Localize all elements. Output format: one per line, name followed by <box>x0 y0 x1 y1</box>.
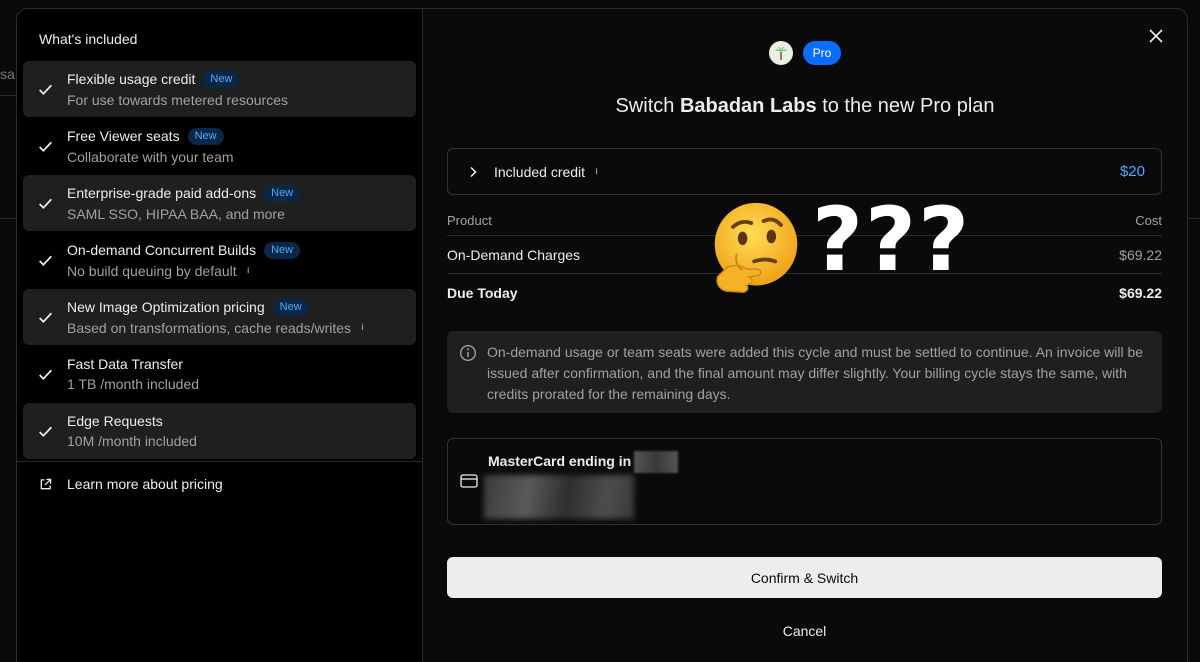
billing-notice: On-demand usage or team seats were added… <box>447 331 1162 413</box>
team-avatar <box>768 41 793 65</box>
redacted-card-digits <box>634 451 678 473</box>
feature-title: Edge Requests <box>67 413 163 429</box>
switch-plan-modal: What's included Flexible usage credit New… <box>16 8 1188 662</box>
feature-item: On-demand Concurrent Builds New No build … <box>23 232 416 288</box>
info-icon[interactable]: i <box>243 265 254 276</box>
background-divider <box>0 218 16 219</box>
feature-title: On-demand Concurrent Builds <box>67 242 257 258</box>
included-title: What's included <box>39 31 138 47</box>
learn-more-label: Learn more about pricing <box>67 476 223 492</box>
included-features-panel: What's included Flexible usage credit New… <box>17 9 423 662</box>
confused-overlay: ??? <box>694 190 974 296</box>
feature-description: No build queuing by default <box>67 262 237 279</box>
modal-title: Switch Babadan Labs to the new Pro plan <box>423 95 1187 118</box>
background-partial-text: sa <box>0 66 15 82</box>
product-cost: $69.22 <box>1119 246 1162 263</box>
total-amount: $69.22 <box>1119 285 1162 301</box>
title-prefix: Switch <box>615 95 680 117</box>
feature-description: SAML SSO, HIPAA BAA, and more <box>67 205 285 222</box>
feature-description: 1 TB /month included <box>67 376 200 392</box>
payment-method-card[interactable]: MasterCard ending in <box>447 438 1162 525</box>
feature-item: Edge Requests 10M /month included <box>23 403 416 459</box>
check-icon <box>23 195 67 212</box>
feature-item: Fast Data Transfer 1 TB /month included <box>23 346 416 402</box>
total-label: Due Today <box>447 285 518 301</box>
feature-title: Enterprise-grade paid add-ons <box>67 185 257 201</box>
credit-card-icon <box>460 474 478 488</box>
check-icon <box>23 309 67 326</box>
feature-title: Fast Data Transfer <box>67 356 183 372</box>
brand-row: Pro <box>423 41 1187 65</box>
redacted-card-details <box>484 475 634 519</box>
cancel-button[interactable]: Cancel <box>447 617 1162 645</box>
column-header-cost: Cost <box>1135 212 1162 228</box>
feature-description: Based on transformations, cache reads/wr… <box>67 319 352 336</box>
team-name: Babadan Labs <box>679 95 817 117</box>
billing-notice-text: On-demand usage or team seats were added… <box>487 344 1144 402</box>
included-credit-accordion[interactable]: Included credit i $20 <box>447 148 1162 195</box>
thinking-face-emoji-icon <box>714 202 798 293</box>
external-link-icon <box>23 478 67 491</box>
question-marks-text: ??? <box>812 188 972 291</box>
feature-item: New Image Optimization pricing New Based … <box>23 289 416 345</box>
feature-item: Enterprise-grade paid add-ons New SAML SS… <box>23 175 416 231</box>
feature-description: For use towards metered resources <box>67 91 288 108</box>
info-icon[interactable]: i <box>357 322 368 333</box>
info-circle-icon <box>459 344 477 362</box>
check-icon <box>23 252 67 269</box>
new-badge: New <box>187 127 224 145</box>
feature-item: Flexible usage credit New For use towards… <box>23 61 416 117</box>
feature-item: Free Viewer seats New Collaborate with yo… <box>23 118 416 174</box>
check-icon <box>23 366 67 383</box>
palm-tree-icon <box>774 47 787 60</box>
feature-title: New Image Optimization pricing <box>67 299 265 315</box>
included-credit-label: Included credit <box>494 163 586 180</box>
included-credit-amount: $20 <box>1119 163 1145 180</box>
new-badge: New <box>264 241 301 259</box>
check-icon <box>23 423 67 440</box>
new-badge: New <box>264 184 301 202</box>
card-label: MasterCard ending in <box>488 453 632 469</box>
chevron-right-icon <box>470 166 477 177</box>
info-icon[interactable]: i <box>591 166 602 177</box>
feature-description: 10M /month included <box>67 433 197 449</box>
feature-description: Collaborate with your team <box>67 148 234 165</box>
new-badge: New <box>272 298 309 316</box>
learn-more-link[interactable]: Learn more about pricing <box>23 462 416 506</box>
plan-switch-panel: Pro Switch Babadan Labs to the new Pro p… <box>423 9 1187 662</box>
feature-title: Flexible usage credit <box>67 71 196 87</box>
check-icon <box>23 81 67 98</box>
product-name: On-Demand Charges <box>447 246 581 263</box>
pro-plan-badge: Pro <box>802 41 842 65</box>
title-suffix: to the new Pro plan <box>816 95 995 117</box>
column-header-product: Product <box>447 212 492 228</box>
feature-title: Free Viewer seats <box>67 128 180 144</box>
background-divider <box>0 95 16 96</box>
check-icon <box>23 138 67 155</box>
new-badge: New <box>203 70 240 88</box>
confirm-switch-button[interactable]: Confirm & Switch <box>447 557 1162 598</box>
